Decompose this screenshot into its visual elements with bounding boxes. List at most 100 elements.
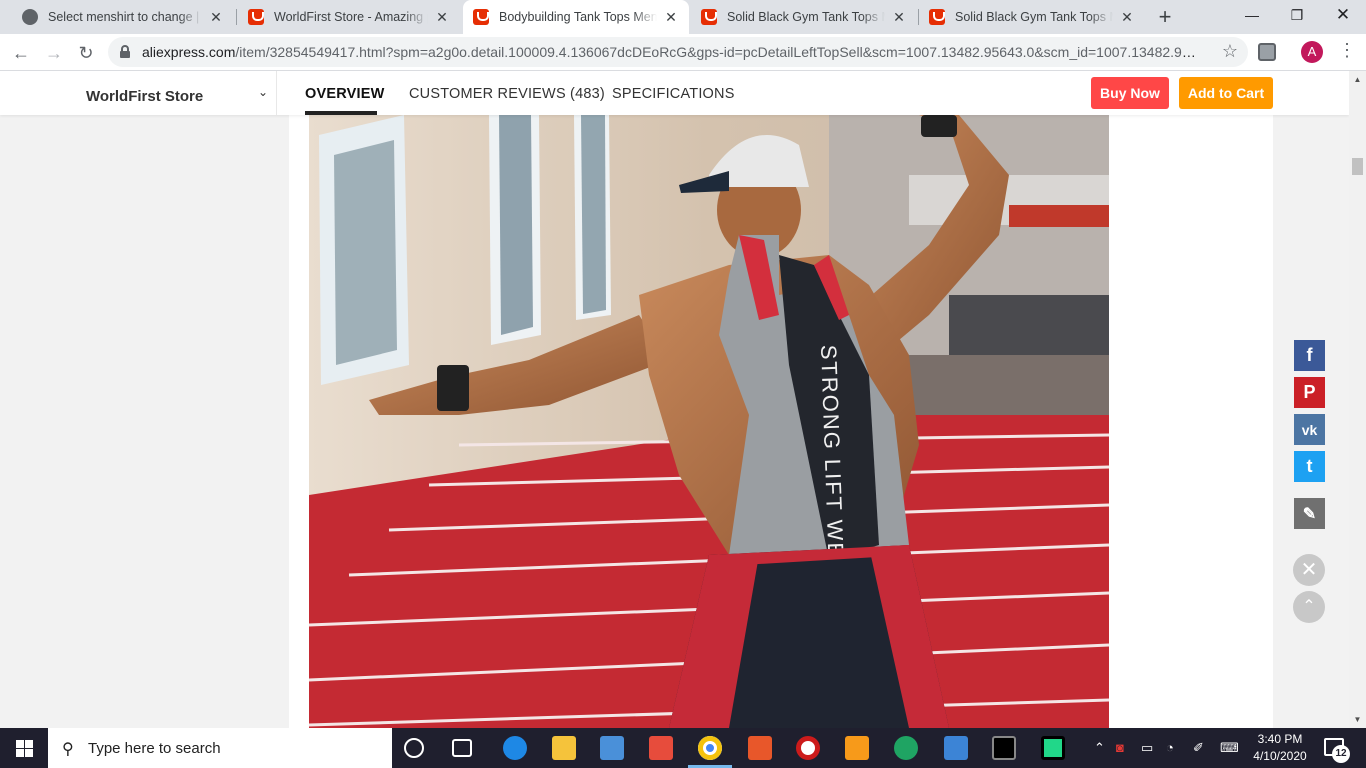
notification-count-badge: 12	[1332, 745, 1350, 763]
pycharm-icon[interactable]	[1041, 736, 1065, 760]
mail-icon[interactable]	[944, 736, 968, 760]
terminal-icon[interactable]	[992, 736, 1016, 760]
file-explorer-icon[interactable]	[552, 736, 576, 760]
web-page: STRONG LIFT WEAR WorldFirst Store ⌄ OVER…	[0, 71, 1349, 728]
extension-icon[interactable]	[1258, 43, 1276, 61]
windows-taskbar: ⚲ Type here to search ⌃ ◙ ▭ ◔ ✐ ⌨ 3:40 P…	[0, 728, 1366, 768]
browser-tab-5[interactable]: Solid Black Gym Tank Tops Me ✕	[919, 0, 1145, 34]
tab-title: Bodybuilding Tank Tops Men G	[499, 10, 657, 24]
clock-time: 3:40 PM	[1257, 732, 1303, 746]
url-text[interactable]: aliexpress.com/item/32854549417.html?spm…	[142, 44, 1202, 60]
product-photo: STRONG LIFT WEAR	[309, 115, 1109, 728]
page-scrollbar[interactable]: ▲ ▼	[1349, 71, 1366, 728]
aliexpress-icon	[701, 9, 717, 25]
vk-icon: vk	[1301, 421, 1318, 438]
window-close-button[interactable]: ✕	[1320, 0, 1366, 30]
buy-now-button[interactable]: Buy Now	[1091, 77, 1169, 109]
cortana-icon[interactable]	[404, 738, 424, 758]
store-icon[interactable]	[600, 736, 624, 760]
chrome-icon[interactable]	[688, 736, 732, 768]
new-tab-button[interactable]: +	[1153, 4, 1177, 30]
close-icon[interactable]: ✕	[434, 9, 450, 26]
task-view-icon[interactable]	[452, 739, 472, 757]
aliexpress-icon	[473, 9, 489, 25]
close-icon: ✕	[1300, 559, 1318, 581]
bodybuilder-photo-illustration: STRONG LIFT WEAR	[309, 115, 1109, 728]
tab-title: Select menshirt to change | Dja	[48, 10, 202, 24]
browser-tab-strip: Select menshirt to change | Dja ✕ WorldF…	[0, 0, 1366, 34]
tab-title: Solid Black Gym Tank Tops Men	[727, 10, 885, 24]
scrollbar-thumb[interactable]	[1352, 158, 1363, 175]
product-sticky-nav: WorldFirst Store ⌄ OVERVIEW CUSTOMER REV…	[0, 71, 1349, 115]
browser-tab-3-active[interactable]: Bodybuilding Tank Tops Men G ✕	[463, 0, 689, 34]
url-host: aliexpress.com	[142, 44, 236, 60]
tray-expand-icon[interactable]: ⌃	[1094, 740, 1105, 756]
tab-specifications[interactable]: SPECIFICATIONS	[612, 86, 735, 102]
keyboard-icon[interactable]: ⌨	[1220, 740, 1239, 756]
profile-avatar[interactable]: A	[1301, 41, 1323, 63]
tab-overview[interactable]: OVERVIEW	[305, 86, 385, 102]
pencil-icon: ✎	[1302, 505, 1317, 523]
edge-icon[interactable]	[503, 736, 527, 760]
scroll-down-arrow-icon[interactable]: ▼	[1349, 711, 1366, 728]
aliexpress-icon	[929, 9, 945, 25]
tab-title: Solid Black Gym Tank Tops Me	[955, 10, 1113, 24]
close-icon[interactable]: ✕	[663, 9, 679, 26]
twitter-icon: t	[1306, 456, 1313, 476]
atom-icon[interactable]	[894, 736, 918, 760]
scroll-up-arrow-icon[interactable]: ▲	[1349, 71, 1366, 88]
close-share-button[interactable]: ✕	[1293, 554, 1325, 586]
lock-icon[interactable]	[120, 45, 130, 58]
clock-date: 4/10/2020	[1253, 749, 1307, 763]
divider	[276, 71, 277, 115]
vk-share-button[interactable]: vk	[1294, 414, 1325, 445]
close-icon[interactable]: ✕	[208, 9, 224, 26]
sublime-text-icon[interactable]	[845, 736, 869, 760]
forward-button[interactable]: →	[41, 40, 67, 66]
taskbar-clock[interactable]: 3:40 PM 4/10/2020	[1250, 731, 1310, 765]
globe-icon	[22, 9, 38, 25]
close-icon[interactable]: ✕	[1119, 9, 1135, 26]
book-app-icon[interactable]	[649, 736, 673, 760]
scroll-to-top-button[interactable]: ⌃	[1293, 591, 1325, 623]
facebook-icon: f	[1306, 345, 1313, 365]
store-name[interactable]: WorldFirst Store	[86, 88, 203, 105]
browser-tab-4[interactable]: Solid Black Gym Tank Tops Men ✕	[691, 0, 917, 34]
search-icon: ⚲	[62, 741, 74, 758]
product-description-panel: STRONG LIFT WEAR	[289, 115, 1273, 728]
search-placeholder: Type here to search	[88, 740, 221, 757]
edit-button[interactable]: ✎	[1294, 498, 1325, 529]
antivirus-tray-icon[interactable]: ◙	[1116, 740, 1124, 755]
windows-start-icon[interactable]	[16, 740, 33, 757]
active-tab-underline	[305, 111, 377, 115]
tab-title: WorldFirst Store - Amazing pro	[274, 10, 428, 24]
restore-button[interactable]: ❐	[1274, 0, 1320, 30]
pinterest-share-button[interactable]: P	[1294, 377, 1325, 408]
twitter-share-button[interactable]: t	[1294, 451, 1325, 482]
browser-tab-1[interactable]: Select menshirt to change | Dja ✕	[12, 0, 234, 34]
back-button[interactable]: ←	[8, 40, 34, 66]
pen-icon[interactable]: ✐	[1193, 740, 1204, 756]
chevron-up-icon: ⌃	[1302, 598, 1316, 615]
battery-icon[interactable]: ▭	[1141, 740, 1153, 756]
browser-toolbar: ← → ↻ aliexpress.com/item/32854549417.ht…	[0, 34, 1366, 71]
address-bar[interactable]: aliexpress.com/item/32854549417.html?spm…	[108, 37, 1248, 67]
opera-icon[interactable]	[796, 736, 820, 760]
aliexpress-icon	[248, 9, 264, 25]
bookmark-star-icon[interactable]: ☆	[1222, 41, 1238, 62]
wifi-icon[interactable]: ◔	[1166, 740, 1174, 755]
browser-tab-2[interactable]: WorldFirst Store - Amazing pro ✕	[238, 0, 460, 34]
minimize-button[interactable]: —	[1229, 0, 1275, 30]
url-path: /item/32854549417.html?spm=a2g0o.detail.…	[235, 44, 1202, 60]
add-to-cart-button[interactable]: Add to Cart	[1179, 77, 1273, 109]
powerpoint-icon[interactable]	[748, 736, 772, 760]
pinterest-icon: P	[1303, 382, 1316, 402]
browser-menu-icon[interactable]: ⋮	[1338, 40, 1356, 61]
tab-separator	[236, 9, 237, 25]
facebook-share-button[interactable]: f	[1294, 340, 1325, 371]
chevron-down-icon[interactable]: ⌄	[258, 85, 268, 99]
taskbar-search-box[interactable]: ⚲ Type here to search	[48, 728, 392, 768]
reload-button[interactable]: ↻	[73, 40, 99, 66]
tab-customer-reviews[interactable]: CUSTOMER REVIEWS (483)	[409, 86, 605, 102]
close-icon[interactable]: ✕	[891, 9, 907, 26]
